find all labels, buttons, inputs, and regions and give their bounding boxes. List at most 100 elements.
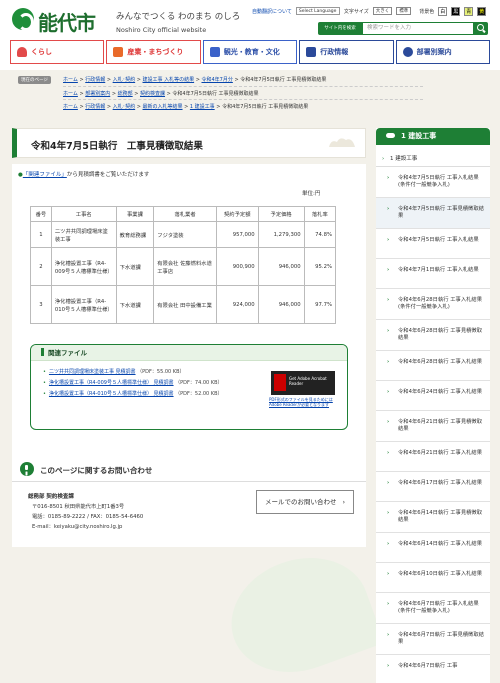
sidebar-item[interactable]: 令和4年6月28日執行 工事見積徴取結果 <box>376 320 490 351</box>
sidebar-heading-text: 1 建設工事 <box>401 132 437 140</box>
pdf-link[interactable]: 二ツ井共同調理場床塗装工事 見積調書 <box>49 369 136 375</box>
cell: 浄化槽設置工事（R4-009号５人槽標準仕様） <box>50 247 117 286</box>
bg-blue-button[interactable]: 青 <box>464 6 474 16</box>
site-logo-text[interactable]: 能代市 <box>38 7 96 36</box>
site-tagline: みんなでつくる わのまち のしろ <box>116 12 241 22</box>
cell: 浄化槽設置工事（R4-010号５人槽標準仕様） <box>50 285 117 324</box>
search-icon[interactable] <box>474 22 488 35</box>
pdf-size: （PDF：74.00 KB） <box>175 380 223 386</box>
bg-white-button[interactable]: 白 <box>438 6 448 16</box>
sidebar-item[interactable]: 令和4年6月7日執行 工事見積徴取結果 <box>376 624 490 655</box>
sidebar-item[interactable]: 令和4年6月14日執行 工事見積徴取結果 <box>376 502 490 533</box>
page-title: 令和4年7月5日執行 工事見積徴取結果 <box>31 141 203 152</box>
sidebar-item[interactable]: 令和4年7月1日執行 工事入札結果 <box>376 259 490 289</box>
crumb-link[interactable]: 令和4年7月分 <box>201 77 232 83</box>
col-header: 工事名 <box>50 206 117 222</box>
cell: 97.7% <box>303 285 337 324</box>
col-header: 番号 <box>30 206 52 222</box>
sidebar-item[interactable]: 令和4年6月28日執行 工事入札結果 <box>376 351 490 381</box>
crumb-link[interactable]: 建設工事 入札等の結果 <box>143 77 195 83</box>
sidebar-item[interactable]: 令和4年6月10日執行 工事入札結果 <box>376 563 490 593</box>
crumb-link[interactable]: ホーム <box>63 91 78 97</box>
cloud-icon <box>386 133 395 138</box>
sidebar-item[interactable]: 令和4年6月14日執行 工事入札結果 <box>376 533 490 563</box>
gnav-busho[interactable]: 部署別案内 <box>395 40 491 64</box>
crumb-link[interactable]: ホーム <box>63 77 78 83</box>
list-item: 浄化槽設置工事（R4-009号５人槽標準仕様） 見積調書 （PDF：74.00 … <box>43 380 263 387</box>
sidebar-item[interactable]: 令和4年6月17日執行 工事入札結果 <box>376 472 490 502</box>
pdf-link[interactable]: 浄化槽設置工事（R4-010号５人槽標準仕様） 見積調書 <box>49 391 174 397</box>
crumb-current: 令和4年7月5日執行 工事見積徴取結果 <box>240 77 327 83</box>
cell: 下水道課 <box>115 247 155 286</box>
crumb-link[interactable]: 総務部 <box>118 91 133 97</box>
crumb-current: 令和4年7月5日執行 工事見積徴取結果 <box>172 91 259 97</box>
gnav-label: 行政情報 <box>320 48 349 56</box>
cell: 946,000 <box>257 247 305 286</box>
table-header-row: 番号 工事名 事業課 落札業者 契約予定額 予定価格 落札率 <box>30 206 337 222</box>
sidebar-item[interactable]: 令和4年6月7日執行 工事入札結果(条件付一般競争入札) <box>376 593 490 624</box>
crumb-link[interactable]: 1 建設工事 <box>190 104 215 110</box>
crumb-current: 令和4年7月5日執行 工事見積徴取結果 <box>222 104 309 110</box>
search-input[interactable]: 検索ワードを入力 <box>362 22 474 35</box>
bg-color-label: 背景色 <box>419 8 435 15</box>
site-search: サイト内を検索 検索ワードを入力 <box>318 22 488 35</box>
text-size-large-button[interactable]: 大きく <box>372 7 393 15</box>
pdf-link[interactable]: 浄化槽設置工事（R4-009号５人槽標準仕様） 見積調書 <box>49 380 174 386</box>
crumb-link[interactable]: ホーム <box>63 104 78 110</box>
crumb-link[interactable]: 部署別案内 <box>85 91 110 97</box>
sidebar-item[interactable]: 令和4年6月7日執行 工事 <box>376 655 490 683</box>
text-size-label: 文字サイズ <box>343 8 369 15</box>
adobe-note-link[interactable]: PDF形式のファイルを見るためにはAdobe Readerが必要となります <box>269 397 339 407</box>
breadcrumb-line: ホーム > 行政情報 > 入札･契約 > 最新の入札等結果 > 1 建設工事 >… <box>63 104 309 110</box>
intro-body: から見積調書をご覧いただけます <box>66 172 150 178</box>
sidebar-item[interactable]: 令和4年6月28日執行 工事入札結果(条件付一般競争入札) <box>376 289 490 320</box>
cell: 1 <box>30 221 52 248</box>
related-files-link[interactable]: 「関連ファイル」 <box>23 172 67 178</box>
person-icon <box>402 47 413 57</box>
gnav-label: 部署別案内 <box>416 48 452 56</box>
city-logo-icon[interactable] <box>12 8 34 31</box>
text-size-normal-button[interactable]: 標準 <box>396 7 412 15</box>
sidebar-item[interactable]: 令和4年7月5日執行 工事入札結果(条件付一般競争入札) <box>376 167 490 198</box>
gnav-gyosei[interactable]: 行政情報 <box>299 40 394 64</box>
crumb-link[interactable]: 行政情報 <box>85 77 105 83</box>
unit-label: 単位:円 <box>302 191 321 197</box>
cell: 下水道課 <box>115 285 155 324</box>
auto-translate-link[interactable]: 自動翻訳について <box>252 8 292 15</box>
gnav-kanko[interactable]: 観光・教育・文化 <box>202 40 298 64</box>
sidebar-item[interactable]: 令和4年6月21日執行 工事見積徴取結果 <box>376 411 490 442</box>
results-table: 番号 工事名 事業課 落札業者 契約予定額 予定価格 落札率 1 二ツ井共同調理… <box>30 206 337 324</box>
bg-black-button[interactable]: 黒 <box>451 6 461 16</box>
gnav-label: 産業・まちづくり <box>127 48 184 56</box>
breadcrumb: 現在のページ ホーム > 行政情報 > 入札･契約 > 建設工事 入札等の結果 … <box>0 70 500 116</box>
language-select[interactable]: Select Language <box>295 7 340 15</box>
cell: 二ツ井共同調理場床塗装工事 <box>50 221 117 248</box>
table-row: 1 二ツ井共同調理場床塗装工事 教育総務課 フジタ塗装 957,000 1,27… <box>30 221 337 248</box>
sidebar-item[interactable]: 令和4年6月24日執行 工事入札結果 <box>376 381 490 411</box>
crumb-link[interactable]: 最新の入札等結果 <box>143 104 183 110</box>
crumb-link[interactable]: 入札･契約 <box>113 77 136 83</box>
sidebar-item[interactable]: 令和4年6月21日執行 工事入札結果 <box>376 442 490 472</box>
pdf-size: （PDF：52.00 KB） <box>175 391 223 397</box>
cell: 924,000 <box>215 285 259 324</box>
site-tagline-en: Noshiro City official website <box>116 26 207 34</box>
crumb-link[interactable]: 契約検査課 <box>140 91 165 97</box>
adobe-reader-banner[interactable]: Get Adobe Acrobat Reader <box>271 371 335 395</box>
camera-icon <box>209 47 220 57</box>
contact-title: このページに関するお問い合わせ <box>40 466 153 475</box>
mail-contact-button[interactable]: メールでのお問い合わせ <box>256 490 354 514</box>
sidebar-sub-link[interactable]: 1 建設工事 <box>376 151 490 167</box>
sidebar-item-current[interactable]: 令和4年7月5日執行 工事見積徴取結果 <box>376 198 490 229</box>
contact-phone: 電話：0185-89-2222 / FAX：0185-54-6460 <box>32 514 144 520</box>
col-header: 事業課 <box>115 206 155 222</box>
current-page-tag: 現在のページ <box>18 76 51 84</box>
bg-yellow-button[interactable]: 黄 <box>477 6 487 16</box>
sidebar-item[interactable]: 令和4年7月5日執行 工事入札結果 <box>376 229 490 259</box>
crumb-link[interactable]: 入札･契約 <box>113 104 136 110</box>
gnav-label: 観光・教育・文化 <box>223 48 280 56</box>
crumb-link[interactable]: 行政情報 <box>85 104 105 110</box>
gnav-kurashi[interactable]: くらし <box>10 40 105 64</box>
cloud-decoration-icon <box>329 138 355 147</box>
utility-bar: 自動翻訳について Select Language 文字サイズ 大きく 標準 背景… <box>252 6 487 16</box>
gnav-sangyo[interactable]: 産業・まちづくり <box>106 40 201 64</box>
